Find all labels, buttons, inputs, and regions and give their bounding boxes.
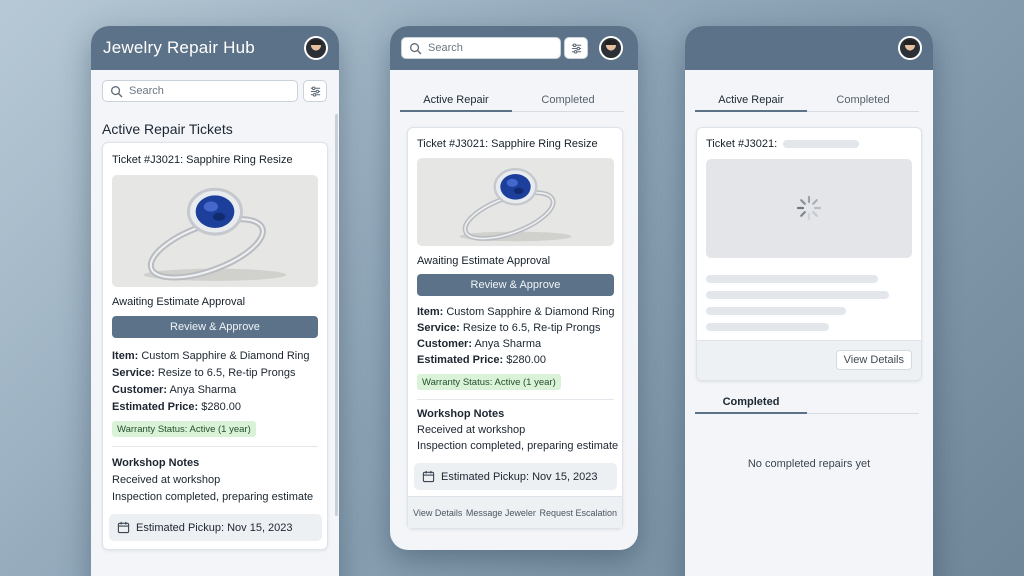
status-text: Awaiting Estimate Approval [417, 255, 551, 267]
ticket-title: Ticket #J3021: Sapphire Ring Resize [417, 138, 598, 150]
pickup-text: Estimated Pickup: Nov 15, 2023 [136, 521, 293, 534]
warranty-badge: Warranty Status: Active (1 year) [417, 374, 561, 390]
tab-completed[interactable]: Completed [512, 88, 624, 112]
app-header: Search [390, 26, 638, 70]
search-input[interactable]: Search [401, 37, 561, 59]
avatar[interactable] [304, 36, 328, 60]
message-jeweler-link[interactable]: Message Jeweler [466, 508, 536, 518]
warranty-badge: Warranty Status: Active (1 year) [112, 421, 256, 437]
card-actions: View Details Message Jeweler Request Esc… [408, 496, 622, 528]
search-icon [110, 85, 123, 98]
app-title: Jewelry Repair Hub [103, 38, 255, 57]
note-item: Received at workshop [112, 474, 221, 486]
empty-state-text: No completed repairs yet [747, 458, 871, 470]
tab-completed[interactable]: Completed [807, 88, 919, 112]
item-value: Custom Sapphire & Diamond Ring [446, 306, 615, 318]
service-label: Service: [417, 322, 460, 334]
search-placeholder: Search [428, 42, 463, 54]
pickup-info: Estimated Pickup: Nov 15, 2023 [109, 514, 322, 541]
filter-icon [570, 42, 583, 55]
skeleton-line [783, 140, 859, 148]
filter-icon [309, 85, 322, 98]
notes-title: Workshop Notes [112, 457, 200, 469]
customer-label: Customer: [417, 338, 473, 350]
review-approve-button[interactable]: Review & Approve [112, 316, 318, 338]
item-label: Item: [112, 350, 139, 362]
ticket-card[interactable]: Ticket #J3021: Sapphire Ring Resize Awai… [102, 142, 328, 550]
price-detail: Estimated Price: $280.00 [112, 401, 241, 413]
service-value: Resize to 6.5, Re-tip Prongs [462, 322, 601, 334]
app-header: Jewelry Repair Hub [91, 26, 339, 70]
item-value: Custom Sapphire & Diamond Ring [141, 350, 310, 362]
price-label: Estimated Price: [112, 401, 199, 413]
search-input[interactable]: Search [102, 80, 298, 102]
item-detail: Item: Custom Sapphire & Diamond Ring [112, 350, 309, 362]
note-item: Inspection completed, preparing estimate [112, 491, 314, 503]
completed-section-title[interactable]: Completed [695, 390, 807, 414]
service-label: Service: [112, 367, 155, 379]
divider [112, 446, 318, 447]
notes-title: Workshop Notes [417, 408, 505, 420]
ring-image [112, 175, 318, 287]
note-item: Received at workshop [417, 424, 526, 436]
price-detail: Estimated Price: $280.00 [417, 354, 546, 366]
service-detail: Service: Resize to 6.5, Re-tip Prongs [112, 367, 295, 379]
tab-spacer [807, 390, 919, 414]
customer-value: Anya Sharma [169, 384, 237, 396]
price-value: $280.00 [506, 354, 547, 366]
tab-active-repair[interactable]: Active Repair [400, 88, 512, 112]
tab-bar: Active Repair Completed [695, 88, 919, 112]
pickup-info: Estimated Pickup: Nov 15, 2023 [414, 463, 617, 490]
phone-screen-detail: Search Active Repair Completed Ticket #J… [390, 26, 638, 550]
review-approve-button[interactable]: Review & Approve [417, 274, 614, 296]
ticket-title: Ticket #J3021: Sapphire Ring Resize [112, 154, 293, 166]
search-icon [409, 42, 422, 55]
avatar[interactable] [898, 36, 922, 60]
item-label: Item: [417, 306, 444, 318]
item-detail: Item: Custom Sapphire & Diamond Ring [417, 306, 614, 318]
status-text: Awaiting Estimate Approval [112, 296, 246, 308]
tab-bar: Active Repair Completed [400, 88, 624, 112]
card-footer: View Details [697, 340, 921, 380]
section-title: Active Repair Tickets [102, 121, 233, 137]
service-value: Resize to 6.5, Re-tip Prongs [157, 367, 296, 379]
calendar-icon [422, 470, 435, 483]
calendar-icon [117, 521, 130, 534]
customer-value: Anya Sharma [474, 338, 542, 350]
ticket-card[interactable]: Ticket #J3021: Sapphire Ring Resize Awai… [407, 127, 623, 529]
divider [417, 399, 614, 400]
skeleton-line [706, 323, 829, 331]
phone-screen-list: Jewelry Repair Hub Search Active Repair … [91, 26, 339, 576]
note-item: Inspection completed, preparing estimate [417, 440, 619, 452]
scrollbar[interactable] [335, 114, 338, 516]
customer-detail: Customer: Anya Sharma [417, 338, 541, 350]
ring-image [417, 158, 614, 246]
avatar[interactable] [599, 36, 623, 60]
phone-screen-loading: Active Repair Completed Ticket #J3021: V… [685, 26, 933, 576]
ticket-id: Ticket #J3021: [706, 138, 778, 150]
search-placeholder: Search [129, 85, 164, 97]
skeleton-line [706, 275, 878, 283]
app-header [685, 26, 933, 70]
service-detail: Service: Resize to 6.5, Re-tip Prongs [417, 322, 600, 334]
skeleton-line [706, 291, 889, 299]
price-label: Estimated Price: [417, 354, 504, 366]
customer-label: Customer: [112, 384, 168, 396]
ticket-card-loading[interactable]: Ticket #J3021: View Details [696, 127, 922, 381]
filter-button[interactable] [303, 80, 327, 102]
pickup-text: Estimated Pickup: Nov 15, 2023 [441, 470, 598, 483]
price-value: $280.00 [201, 401, 242, 413]
completed-section-header: Completed [695, 390, 919, 414]
skeleton-line [706, 307, 846, 315]
view-details-link[interactable]: View Details [413, 508, 462, 518]
customer-detail: Customer: Anya Sharma [112, 384, 236, 396]
tab-active-repair[interactable]: Active Repair [695, 88, 807, 112]
filter-button[interactable] [564, 37, 588, 59]
spinner-icon [796, 195, 822, 221]
image-placeholder [706, 159, 912, 258]
request-escalation-link[interactable]: Request Escalation [539, 508, 617, 518]
view-details-button[interactable]: View Details [835, 350, 912, 370]
